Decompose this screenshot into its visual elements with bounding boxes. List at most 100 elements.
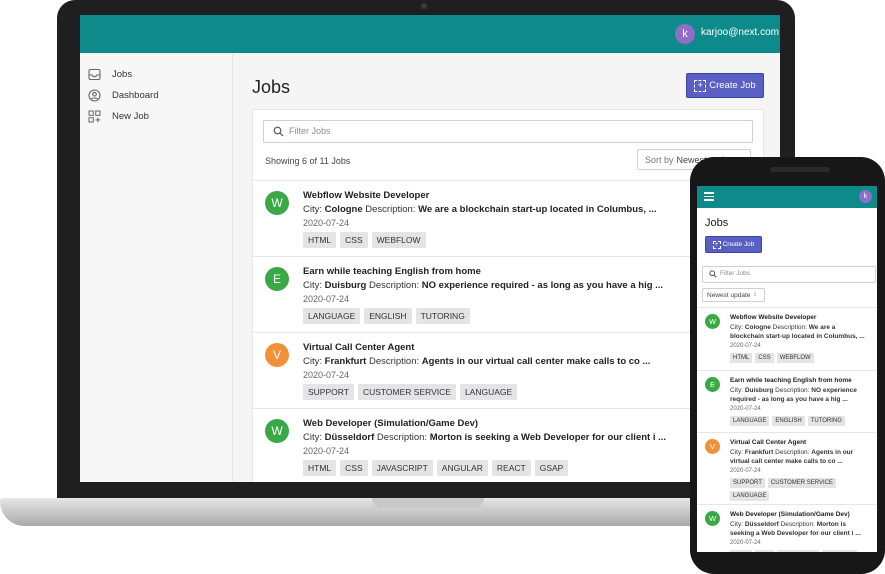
job-avatar: E <box>265 267 289 291</box>
user-email[interactable]: karjoo@next.com <box>701 27 779 38</box>
top-bar: k karjoo@next.com <box>80 15 780 53</box>
job-tag[interactable]: ANGULAR <box>436 460 488 476</box>
job-date: 2020-07-24 <box>303 370 350 380</box>
description-label: Description: <box>780 521 815 528</box>
city-label: City: <box>303 356 322 367</box>
job-tag[interactable]: REACT <box>491 460 531 476</box>
mobile-sort-dropdown[interactable]: Newest update ↕ <box>702 288 765 302</box>
city-label: City: <box>730 521 743 528</box>
job-tag[interactable]: ENGLISH <box>364 308 412 324</box>
job-tags: SUPPORT CUSTOMER SERVICE LANGUAGE <box>730 478 870 501</box>
job-tag[interactable]: GSAP <box>534 460 569 476</box>
job-tags: LANGUAGE ENGLISH TUTORING <box>303 308 470 324</box>
job-tag[interactable]: ANGULAR <box>821 550 857 552</box>
job-title[interactable]: Earn while teaching English from home <box>730 377 852 384</box>
create-job-button[interactable]: + Create Job <box>686 73 764 98</box>
job-avatar: V <box>705 439 720 454</box>
job-avatar: W <box>705 314 720 329</box>
job-tag[interactable]: HTML <box>730 353 753 363</box>
description-label: Description: <box>368 280 420 291</box>
phone-speaker <box>770 167 830 172</box>
job-tag[interactable]: LANGUAGE <box>303 308 361 324</box>
job-title[interactable]: Web Developer (Simulation/Game Dev) <box>730 511 850 518</box>
job-tag[interactable]: CUSTOMER SERVICE <box>767 478 837 488</box>
hamburger-icon[interactable] <box>704 192 714 201</box>
sidebar-item-label: New Job <box>112 110 149 122</box>
sort-prefix: Sort by <box>645 154 674 165</box>
job-city: Frankfurt <box>324 356 367 367</box>
add-grid-icon <box>88 110 101 122</box>
mobile-search-input[interactable]: Filter Jobs <box>702 266 876 283</box>
description-label: Description: <box>775 449 810 456</box>
user-circle-icon <box>88 88 101 102</box>
mobile-page-title: Jobs <box>705 217 729 229</box>
search-input[interactable]: Filter Jobs <box>263 120 753 143</box>
job-tag[interactable]: CSS <box>755 353 774 363</box>
city-label: City: <box>730 324 743 331</box>
job-title[interactable]: Webflow Website Developer <box>730 314 816 321</box>
job-tag[interactable]: WEBFLOW <box>776 353 814 363</box>
job-details: City: Duisburg Description: NO experienc… <box>303 280 663 291</box>
job-avatar: E <box>705 377 720 392</box>
sidebar-item-new-job[interactable]: New Job <box>88 107 149 125</box>
mobile-job-row[interactable]: W Web Developer (Simulation/Game Dev) City… <box>697 504 877 552</box>
job-tag[interactable]: CUSTOMER SERVICE <box>357 384 456 400</box>
job-avatar: V <box>265 343 289 367</box>
mobile-sort-value: Newest update <box>707 291 751 299</box>
job-title[interactable]: Virtual Call Center Agent <box>730 439 806 446</box>
job-tag[interactable]: JAVASCRIPT <box>371 460 433 476</box>
job-date: 2020-07-24 <box>303 218 350 228</box>
sidebar-item-label: Jobs <box>112 68 133 80</box>
job-details: City: Frankfurt Description: Agents in o… <box>730 448 870 466</box>
mobile-create-job-button[interactable]: + Create Job <box>705 236 762 253</box>
job-tags: HTML CSS JAVASCRIPT ANGULAR REACT GSAP <box>303 460 569 476</box>
job-tag[interactable]: HTML <box>730 550 753 552</box>
job-title[interactable]: Virtual Call Center Agent <box>303 342 414 353</box>
job-tag[interactable]: HTML <box>303 460 337 476</box>
sort-chevron-icon: ↕ <box>753 292 757 298</box>
job-row[interactable]: V Virtual Call Center Agent City: Frankfur… <box>253 332 763 409</box>
job-tag[interactable]: LANGUAGE <box>730 416 770 426</box>
mobile-create-job-label: Create Job <box>722 241 755 248</box>
avatar[interactable]: k <box>675 24 695 44</box>
job-city: Cologne <box>744 324 771 331</box>
job-tag[interactable]: CSS <box>755 550 774 552</box>
description-label: Description: <box>772 324 807 331</box>
job-tags: HTMLCSSJAVASCRIPTANGULAR <box>730 550 870 552</box>
sidebar-item-jobs[interactable]: Jobs <box>88 65 132 83</box>
search-icon <box>709 270 717 278</box>
job-tag[interactable]: LANGUAGE <box>459 384 518 400</box>
job-title[interactable]: Earn while teaching English from home <box>303 266 481 277</box>
job-tag[interactable]: CSS <box>340 232 368 248</box>
job-avatar: W <box>705 511 720 526</box>
job-title[interactable]: Webflow Website Developer <box>303 190 429 201</box>
job-title[interactable]: Web Developer (Simulation/Game Dev) <box>303 418 478 429</box>
job-tag[interactable]: TUTORING <box>415 308 470 324</box>
job-tag[interactable]: HTML <box>303 232 337 248</box>
job-row[interactable]: W Web Developer (Simulation/Game Dev) City… <box>253 408 763 482</box>
job-city: Duisburg <box>744 387 774 394</box>
mobile-avatar[interactable]: k <box>859 190 872 203</box>
job-description: Morton is seeking a Web Developer for ou… <box>429 432 667 443</box>
job-tag[interactable]: LANGUAGE <box>730 491 770 501</box>
job-row[interactable]: E Earn while teaching English from home Ci… <box>253 256 763 333</box>
search-placeholder: Filter Jobs <box>289 126 331 136</box>
mobile-job-row[interactable]: V Virtual Call Center Agent City: Frankfur… <box>697 432 877 505</box>
job-city: Frankfurt <box>744 449 774 456</box>
mobile-screen: k Jobs + Create Job Filter Jobs Newest up… <box>697 186 877 552</box>
job-tag[interactable]: WEBFLOW <box>371 232 426 248</box>
description-label: Description: <box>368 356 420 367</box>
sidebar-item-dashboard[interactable]: Dashboard <box>88 86 158 104</box>
job-row[interactable]: W Webflow Website Developer City: Cologne … <box>253 180 763 257</box>
job-tag[interactable]: JAVASCRIPT <box>776 550 819 552</box>
desktop-screen: k karjoo@next.com Jobs Dashboard New Job… <box>80 15 780 482</box>
job-tag[interactable]: SUPPORT <box>303 384 354 400</box>
job-tag[interactable]: TUTORING <box>807 416 845 426</box>
mobile-job-row[interactable]: E Earn while teaching English from home Ci… <box>697 370 877 433</box>
job-tag[interactable]: SUPPORT <box>730 478 765 488</box>
mobile-job-row[interactable]: W Webflow Website Developer City: Cologne … <box>697 307 877 371</box>
job-tag[interactable]: CSS <box>340 460 368 476</box>
job-details: City: Frankfurt Description: Agents in o… <box>303 356 650 367</box>
job-date: 2020-07-24 <box>730 406 761 412</box>
job-tag[interactable]: ENGLISH <box>772 416 805 426</box>
